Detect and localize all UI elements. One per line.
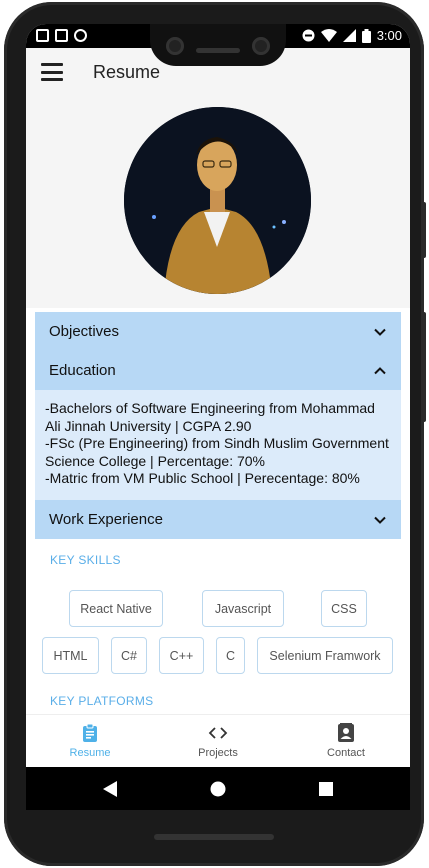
profile-header (26, 98, 410, 308)
recents-icon[interactable] (319, 782, 333, 796)
status-icons: 3:00 (302, 28, 402, 43)
home-icon[interactable] (210, 781, 226, 797)
battery-icon (361, 28, 371, 43)
skill-chip[interactable]: HTML (42, 637, 99, 674)
objectives-label: Objectives (49, 323, 120, 340)
skill-chip[interactable]: Selenium Framwork (257, 637, 393, 674)
accordion-objectives[interactable]: Objectives (35, 312, 401, 351)
key-skills-heading: KEY SKILLS (50, 553, 121, 567)
menu-icon[interactable] (41, 63, 63, 81)
signal-icon (342, 29, 356, 42)
chevron-down-icon (374, 516, 386, 524)
skill-chip[interactable]: C++ (159, 637, 204, 674)
tab-resume-label: Resume (69, 747, 111, 759)
bottom-tab-bar: Resume Projects Contact (26, 714, 410, 767)
status-time: 3:00 (376, 28, 402, 43)
accordion-education[interactable]: Education (35, 351, 401, 390)
gallery-notification-icon (36, 29, 49, 42)
front-camera (166, 37, 184, 55)
education-line: -Matric from VM Public School | Perecent… (45, 470, 360, 487)
education-line: -Bachelors of Software Engineering from … (45, 400, 375, 434)
education-details: -Bachelors of Software Engineering from … (35, 390, 401, 500)
a-notification-icon (55, 29, 68, 42)
skill-chip[interactable]: C# (111, 637, 147, 674)
skill-chip[interactable]: C (216, 637, 245, 674)
work-experience-label: Work Experience (49, 511, 163, 528)
clipboard-icon (83, 723, 97, 742)
power-button (422, 202, 426, 258)
wifi-icon (320, 29, 337, 42)
notification-icons (36, 29, 87, 42)
back-icon[interactable] (103, 781, 117, 797)
tab-resume[interactable]: Resume (26, 715, 154, 768)
tab-contact-label: Contact (327, 747, 365, 759)
education-line: -FSc (Pre Engineering) from Sindh Muslim… (45, 435, 389, 469)
chevron-up-icon (374, 366, 386, 374)
tab-projects-label: Projects (198, 747, 238, 759)
avatar (124, 107, 311, 294)
system-nav-bar (26, 767, 410, 810)
education-label: Education (49, 362, 116, 379)
code-icon (208, 727, 228, 739)
tab-contact[interactable]: Contact (282, 715, 410, 768)
accordion-work-experience[interactable]: Work Experience (35, 500, 401, 539)
dnd-icon (302, 29, 315, 42)
skill-chip[interactable]: Javascript (202, 590, 284, 627)
key-platforms-heading: KEY PLATFORMS (50, 694, 154, 708)
page-title: Resume (93, 62, 161, 82)
chevron-down-icon (374, 328, 386, 336)
front-camera (252, 37, 270, 55)
camera-notch (150, 24, 286, 66)
earpiece-speaker (196, 48, 240, 53)
circle-notification-icon (74, 29, 87, 42)
skill-chip[interactable]: CSS (321, 590, 367, 627)
screen: 3:00 Resume Objectives Education -Bachel… (26, 24, 410, 810)
contact-card-icon (338, 723, 354, 742)
tab-projects[interactable]: Projects (154, 715, 282, 768)
skill-chip[interactable]: React Native (69, 590, 163, 627)
bottom-speaker (154, 834, 274, 840)
phone-frame: 3:00 Resume Objectives Education -Bachel… (4, 2, 426, 866)
volume-button (422, 312, 426, 422)
